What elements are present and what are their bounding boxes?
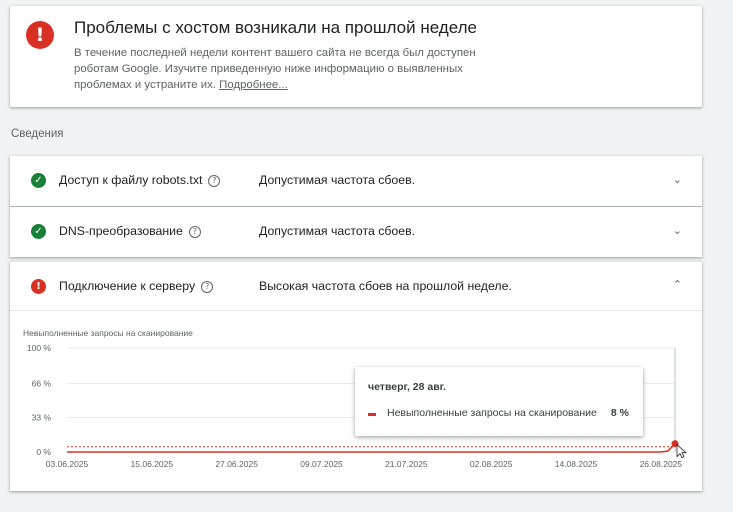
learn-more-link[interactable]: Подробнее... xyxy=(219,79,288,91)
x-tick-label: 26.08.2025 xyxy=(640,459,683,469)
row-name: DNS-преобразование? xyxy=(59,224,201,238)
check-icon: ✓ xyxy=(31,173,46,188)
error-icon: ! xyxy=(26,21,54,49)
x-tick-label: 14.08.2025 xyxy=(555,459,598,469)
alert-title: Проблемы с хостом возникали на прошлой н… xyxy=(74,18,477,37)
host-issue-alert: ! Проблемы с хостом возникали на прошлой… xyxy=(10,6,702,107)
x-tick-label: 15.06.2025 xyxy=(131,459,174,469)
series-swatch xyxy=(368,413,376,416)
row-name: Доступ к файлу robots.txt? xyxy=(59,173,221,187)
row-server-connection-expanded: ! Подключение к серверу? Высокая частота… xyxy=(10,262,702,491)
row-dns[interactable]: ✓ DNS-преобразование? Допустимая частота… xyxy=(10,207,702,257)
cursor-icon xyxy=(676,443,688,459)
alert-text: В течение последней недели контент вашег… xyxy=(74,45,494,93)
tooltip-date: четверг, 28 авг. xyxy=(368,381,446,393)
series-line xyxy=(67,443,676,453)
y-tick-label: 66 % xyxy=(32,378,52,388)
row-value: Допустимая частота сбоев. xyxy=(259,224,416,238)
y-tick-label: 100 % xyxy=(27,343,52,353)
row-name-text: DNS-преобразование xyxy=(59,224,183,238)
y-tick-label: 33 % xyxy=(32,413,52,423)
row-name-text: Доступ к файлу robots.txt xyxy=(59,173,203,187)
x-tick-label: 09.07.2025 xyxy=(300,459,343,469)
x-tick-label: 02.08.2025 xyxy=(470,459,513,469)
help-icon[interactable]: ? xyxy=(188,226,201,238)
chart-tooltip: четверг, 28 авг. Невыполненные запросы н… xyxy=(355,367,643,436)
x-tick-label: 03.06.2025 xyxy=(46,459,89,469)
row-value: Допустимая частота сбоев. xyxy=(259,173,416,187)
section-label: Сведения xyxy=(11,128,64,140)
tooltip-value: 8 % xyxy=(610,407,629,419)
help-icon[interactable]: ? xyxy=(208,175,221,187)
check-icon: ✓ xyxy=(31,224,46,239)
x-tick-label: 21.07.2025 xyxy=(385,459,428,469)
tooltip-series-name: Невыполненные запросы на сканирование xyxy=(387,407,597,419)
x-tick-label: 27.06.2025 xyxy=(215,459,258,469)
y-tick-label: 0 % xyxy=(36,447,51,457)
chevron-down-icon[interactable]: ⌄ xyxy=(673,224,682,237)
chevron-down-icon[interactable]: ⌄ xyxy=(673,173,682,186)
row-robots[interactable]: ✓ Доступ к файлу robots.txt? Допустимая … xyxy=(10,156,702,206)
